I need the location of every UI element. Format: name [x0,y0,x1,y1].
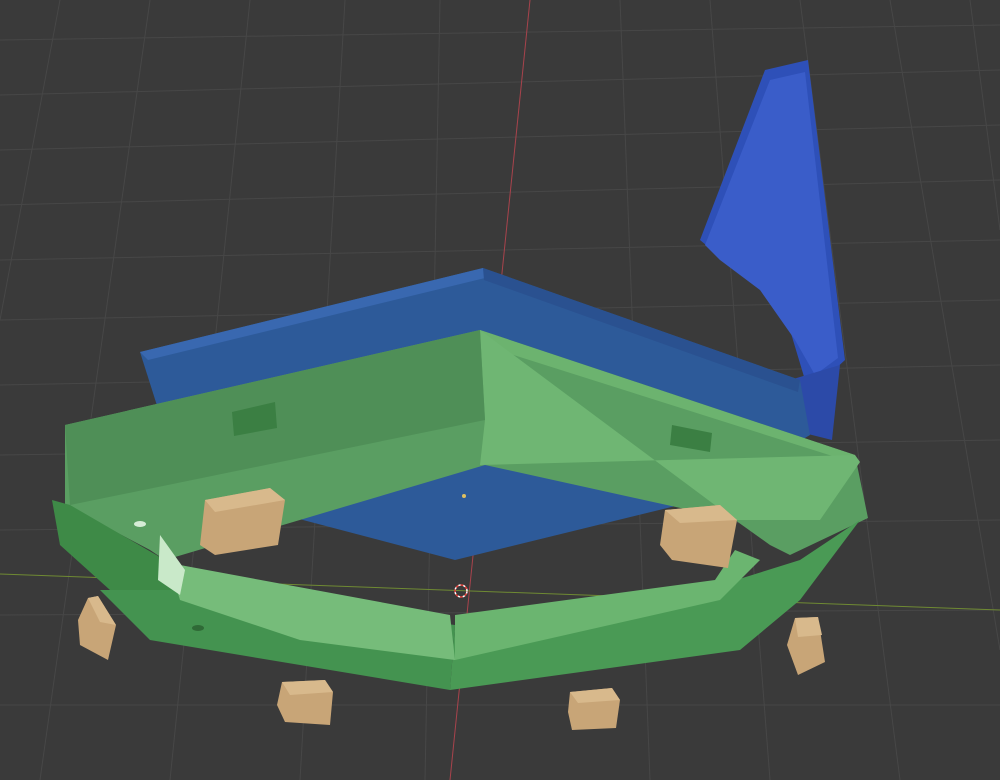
clip-block[interactable] [660,505,737,568]
clip-block[interactable] [277,680,333,725]
clip-block[interactable] [568,688,620,730]
viewport-canvas[interactable] [0,0,1000,780]
origin-point-icon [462,494,466,498]
3d-viewport[interactable] [0,0,1000,780]
